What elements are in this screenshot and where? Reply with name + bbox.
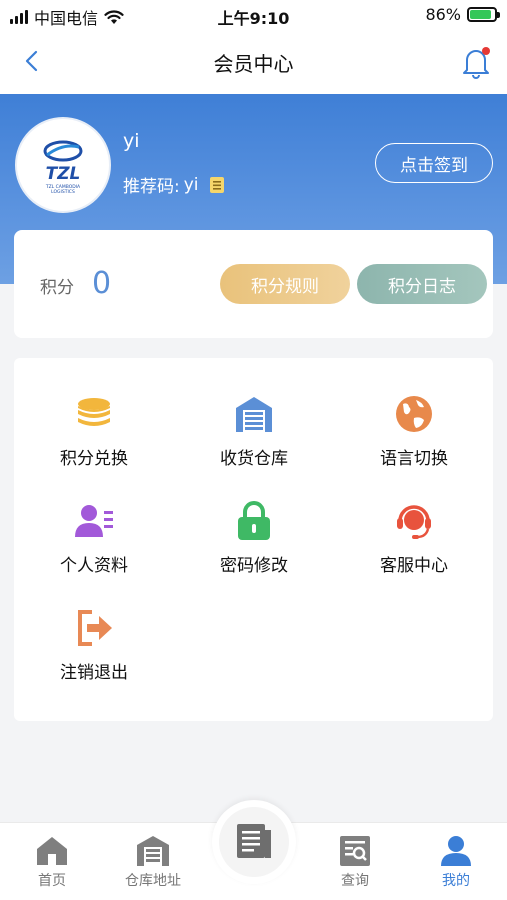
menu-item-receiving-warehouse[interactable]: 收货仓库 xyxy=(174,394,334,494)
menu-grid: 积分兑换 收货仓库 语言切换 个人资料 密码修改 客服中心 注销退出 xyxy=(14,358,493,721)
battery-percent: 86% xyxy=(425,5,461,24)
status-right: 86% xyxy=(425,5,500,24)
username: yi xyxy=(123,130,140,152)
tab-warehouse-address[interactable]: 仓库地址 xyxy=(108,823,198,900)
referral-code: 推荐码: yi xyxy=(123,172,225,197)
menu-label: 语言切换 xyxy=(380,449,448,469)
globe-icon xyxy=(396,396,432,432)
referral-label: 推荐码: xyxy=(123,177,180,197)
points-card: 积分 0 积分规则 积分日志 xyxy=(14,230,493,338)
points-log-button[interactable]: 积分日志 xyxy=(357,264,487,304)
tab-query[interactable]: 查询 xyxy=(310,823,400,900)
warehouse-icon xyxy=(236,397,272,432)
menu-item-change-password[interactable]: 密码修改 xyxy=(174,501,334,601)
logout-icon xyxy=(78,610,112,646)
document-icon xyxy=(237,824,271,858)
menu-label: 注销退出 xyxy=(60,663,128,683)
svg-text:LOGISTICS: LOGISTICS xyxy=(51,189,75,195)
center-action-inner xyxy=(219,807,289,877)
page-title: 会员中心 xyxy=(213,52,294,76)
notification-button[interactable] xyxy=(459,44,493,80)
points-rules-button[interactable]: 积分规则 xyxy=(220,264,350,304)
checkin-button[interactable]: 点击签到 xyxy=(375,143,493,183)
bell-icon xyxy=(463,47,490,79)
tab-label: 我的 xyxy=(442,873,470,889)
menu-item-logout[interactable]: 注销退出 xyxy=(14,608,174,708)
nav-bar: 会员中心 xyxy=(0,30,507,94)
home-icon xyxy=(37,837,67,865)
center-action-button[interactable] xyxy=(212,800,296,884)
tab-label: 首页 xyxy=(38,873,66,889)
referral-value: yi xyxy=(183,174,199,195)
svg-text:TZL: TZL xyxy=(46,164,81,184)
menu-item-points-exchange[interactable]: 积分兑换 xyxy=(14,394,174,494)
menu-label: 积分兑换 xyxy=(60,449,128,469)
warehouse-icon xyxy=(137,836,169,866)
copy-icon[interactable] xyxy=(209,176,225,194)
headset-icon xyxy=(397,505,431,539)
menu-label: 客服中心 xyxy=(380,556,448,576)
coins-stack-icon xyxy=(78,398,110,426)
status-bar: 中国电信 上午9:10 86% xyxy=(0,0,507,30)
menu-item-personal-info[interactable]: 个人资料 xyxy=(14,501,174,601)
menu-label: 个人资料 xyxy=(60,556,128,576)
tab-home[interactable]: 首页 xyxy=(7,823,97,900)
tab-label: 查询 xyxy=(341,873,369,889)
lock-icon xyxy=(238,501,270,540)
menu-item-language-switch[interactable]: 语言切换 xyxy=(334,394,494,494)
menu-item-customer-service[interactable]: 客服中心 xyxy=(334,501,494,601)
points-label: 积分 xyxy=(40,278,74,298)
menu-label: 收货仓库 xyxy=(220,449,288,469)
search-doc-icon xyxy=(340,836,370,866)
battery-level-fill xyxy=(470,10,491,19)
tab-mine[interactable]: 我的 xyxy=(411,823,501,900)
points-value: 0 xyxy=(92,266,112,301)
battery-icon xyxy=(467,7,500,22)
tzl-logo-icon: TZL TZL CAMBODIA LOGISTICS xyxy=(43,140,83,195)
menu-label: 密码修改 xyxy=(220,556,288,576)
avatar[interactable]: TZL TZL CAMBODIA LOGISTICS xyxy=(15,117,111,213)
tab-label: 仓库地址 xyxy=(125,873,181,889)
profile-card-icon xyxy=(75,505,113,537)
user-icon xyxy=(441,836,471,866)
